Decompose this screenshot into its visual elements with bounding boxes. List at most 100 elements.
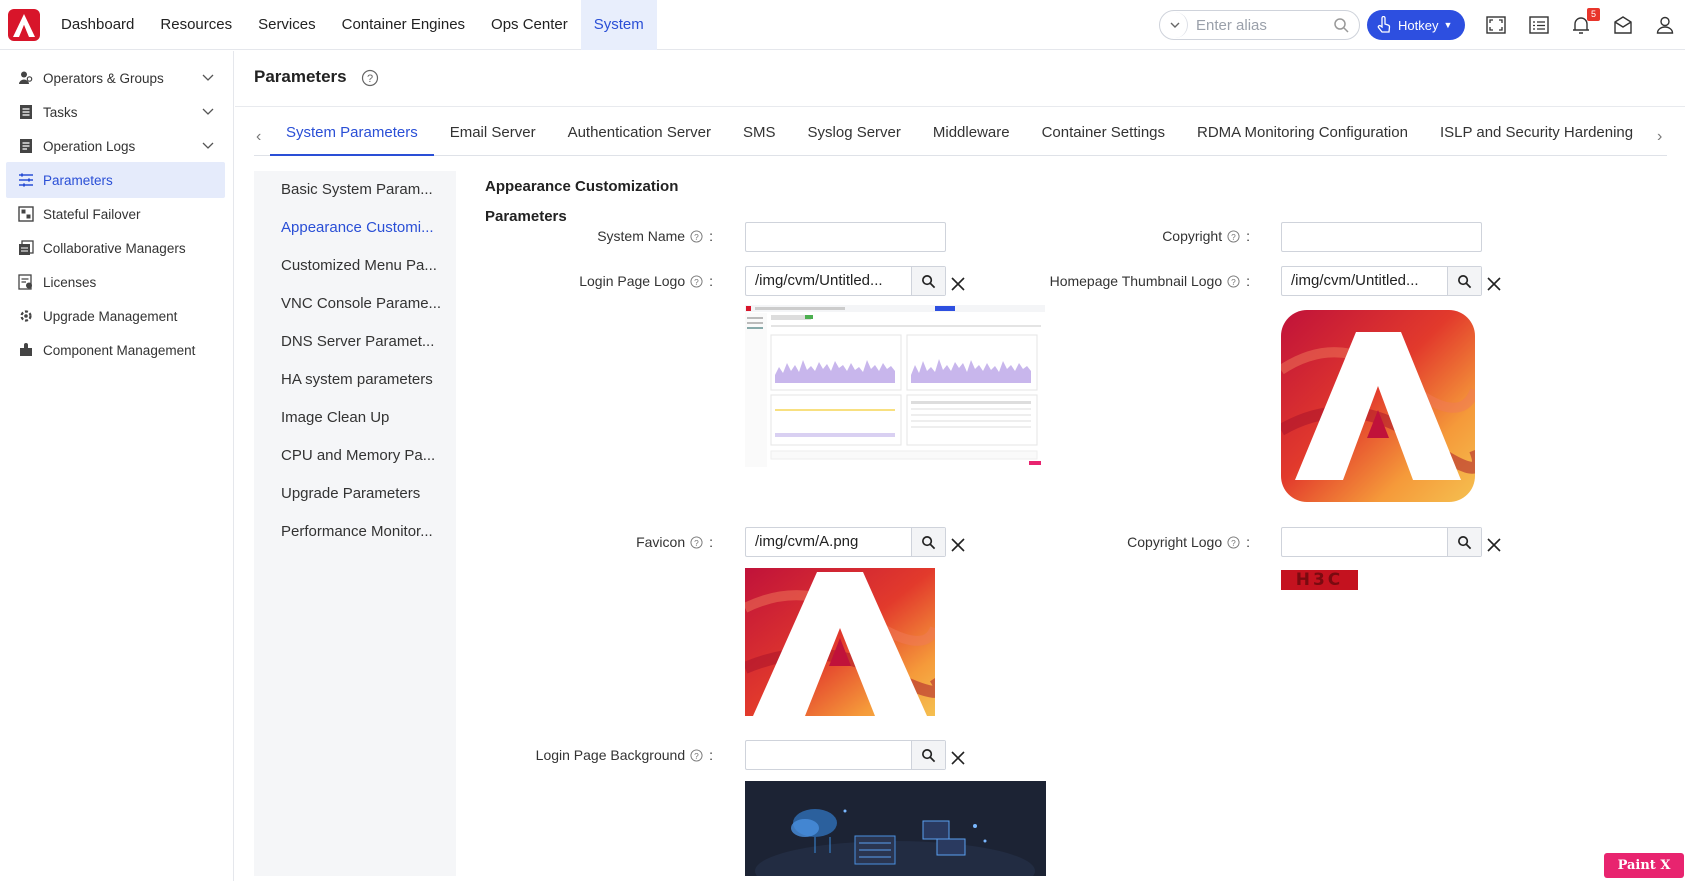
submenu-appearance[interactable]: Appearance Customi...: [281, 209, 446, 247]
clear-login-logo-icon[interactable]: [950, 276, 966, 292]
paint-x-lite-badge[interactable]: Paint X lite: [1604, 853, 1684, 878]
help-circle-icon[interactable]: ?: [690, 535, 703, 549]
login-logo-preview: [745, 305, 1045, 467]
upgrade-icon: [17, 307, 35, 325]
sidebar-item-collaborative-managers[interactable]: Collaborative Managers: [6, 230, 225, 266]
nav-dashboard[interactable]: Dashboard: [48, 0, 147, 50]
favicon-field: /img/cvm/A.png: [745, 527, 946, 557]
submenu-image-clean-up[interactable]: Image Clean Up: [281, 399, 446, 437]
nav-container-engines[interactable]: Container Engines: [329, 0, 478, 50]
notification-count-badge: 5: [1587, 8, 1600, 21]
hotkey-button[interactable]: Hotkey ▼: [1367, 10, 1465, 40]
submenu-performance-monitor[interactable]: Performance Monitor...: [281, 513, 446, 551]
nav-resources[interactable]: Resources: [147, 0, 245, 50]
svg-text:?: ?: [1231, 537, 1236, 547]
hotkey-label: Hotkey: [1398, 17, 1439, 33]
favicon-path[interactable]: /img/cvm/A.png: [746, 528, 911, 556]
help-circle-icon[interactable]: ?: [1227, 229, 1240, 243]
copyright-input[interactable]: [1281, 222, 1482, 252]
header-divider: [235, 106, 1685, 107]
submenu-cpu-memory[interactable]: CPU and Memory Pa...: [281, 437, 446, 475]
tab-syslog-server[interactable]: Syslog Server: [792, 118, 917, 156]
hand-pointer-icon: [1377, 16, 1391, 33]
sidebar-item-operation-logs[interactable]: Operation Logs: [6, 128, 225, 164]
clear-copyright-logo-icon[interactable]: [1486, 537, 1502, 553]
sidebar-item-stateful-failover[interactable]: Stateful Failover: [6, 196, 225, 232]
sidebar-item-label: Parameters: [43, 172, 113, 188]
sidebar-item-upgrade-management[interactable]: Upgrade Management: [6, 298, 225, 334]
sidebar-item-component-management[interactable]: Component Management: [6, 332, 225, 368]
alias-search-input[interactable]: [1196, 12, 1336, 38]
help-circle-icon[interactable]: ?: [690, 229, 703, 243]
svg-text:?: ?: [1231, 231, 1236, 241]
svg-text:?: ?: [694, 537, 699, 547]
search-icon: [1458, 535, 1472, 549]
alias-dropdown-toggle[interactable]: [1162, 12, 1188, 38]
copyright-logo-field: [1281, 527, 1482, 557]
chevron-down-icon: [1170, 22, 1179, 28]
homepage-thumbnail-path[interactable]: /img/cvm/Untitled...: [1282, 267, 1447, 295]
sidebar-item-licenses[interactable]: Licenses: [6, 264, 225, 300]
main-nav: Dashboard Resources Services Container E…: [48, 0, 657, 50]
submenu-vnc-console[interactable]: VNC Console Parame...: [281, 285, 446, 323]
nav-system[interactable]: System: [580, 0, 657, 50]
homepage-thumbnail-label: Homepage Thumbnail Logo ? :: [1049, 273, 1250, 289]
help-circle-icon[interactable]: ?: [690, 748, 703, 762]
submenu-upgrade-parameters[interactable]: Upgrade Parameters: [281, 475, 446, 513]
brand-logo-icon[interactable]: [8, 9, 40, 41]
favicon-preview: [745, 568, 935, 716]
login-logo-browse-button[interactable]: [911, 267, 945, 295]
tab-rdma-monitoring[interactable]: RDMA Monitoring Configuration: [1181, 118, 1424, 156]
system-name-input[interactable]: [745, 222, 946, 252]
sidebar-item-label: Upgrade Management: [43, 308, 178, 324]
svg-text:?: ?: [367, 73, 373, 85]
chevron-down-icon: [202, 74, 214, 81]
homepage-thumbnail-browse-button[interactable]: [1447, 267, 1481, 295]
tab-system-parameters[interactable]: System Parameters: [270, 118, 434, 156]
help-circle-icon[interactable]: ?: [690, 274, 703, 288]
clear-homepage-thumbnail-icon[interactable]: [1486, 276, 1502, 292]
tab-scroll-left-icon[interactable]: ‹: [256, 128, 261, 146]
help-circle-icon[interactable]: ?: [1227, 274, 1240, 288]
svg-text:?: ?: [694, 276, 699, 286]
sidebar-item-label: Collaborative Managers: [43, 240, 186, 256]
login-background-path[interactable]: [746, 741, 911, 769]
tab-email-server[interactable]: Email Server: [434, 118, 552, 156]
favicon-browse-button[interactable]: [911, 528, 945, 556]
favicon-label: Favicon ? :: [636, 534, 713, 550]
submenu-ha-system[interactable]: HA system parameters: [281, 361, 446, 399]
mailbox-icon[interactable]: [1612, 14, 1634, 36]
tab-middleware[interactable]: Middleware: [917, 118, 1026, 156]
user-account-icon[interactable]: [1654, 14, 1676, 36]
task-list-icon[interactable]: [1528, 14, 1550, 36]
tab-islp-security[interactable]: ISLP and Security Hardening: [1424, 118, 1640, 156]
clear-login-background-icon[interactable]: [950, 750, 966, 766]
nav-ops-center[interactable]: Ops Center: [478, 0, 581, 50]
sidebar-item-operators-groups[interactable]: Operators & Groups: [6, 60, 225, 96]
sidebar-item-parameters[interactable]: Parameters: [6, 162, 225, 198]
sub-menu: Basic System Param... Appearance Customi…: [254, 171, 456, 876]
help-circle-icon[interactable]: ?: [361, 69, 379, 87]
copyright-logo-path[interactable]: [1282, 528, 1447, 556]
sidebar-item-tasks[interactable]: Tasks: [6, 94, 225, 130]
login-logo-path[interactable]: /img/cvm/Untitled...: [746, 267, 911, 295]
submenu-customized-menu[interactable]: Customized Menu Pa...: [281, 247, 446, 285]
tab-authentication-server[interactable]: Authentication Server: [552, 118, 727, 156]
fullscreen-icon[interactable]: [1485, 14, 1507, 36]
copyright-logo-browse-button[interactable]: [1447, 528, 1481, 556]
tab-sms[interactable]: SMS: [727, 118, 792, 156]
nav-services[interactable]: Services: [245, 0, 329, 50]
tasks-icon: [17, 103, 35, 121]
search-icon[interactable]: [1333, 17, 1349, 33]
help-circle-icon[interactable]: ?: [1227, 535, 1240, 549]
clear-favicon-icon[interactable]: [950, 537, 966, 553]
submenu-basic-system[interactable]: Basic System Param...: [281, 171, 446, 209]
login-background-preview: [745, 781, 1046, 876]
login-background-browse-button[interactable]: [911, 741, 945, 769]
copyright-logo-text: H3C: [1295, 570, 1344, 590]
submenu-dns-server[interactable]: DNS Server Paramet...: [281, 323, 446, 361]
sidebar-item-label: Tasks: [43, 104, 78, 120]
log-icon: [17, 137, 35, 155]
tab-scroll-right-icon[interactable]: ›: [1657, 128, 1662, 146]
tab-container-settings[interactable]: Container Settings: [1026, 118, 1181, 156]
